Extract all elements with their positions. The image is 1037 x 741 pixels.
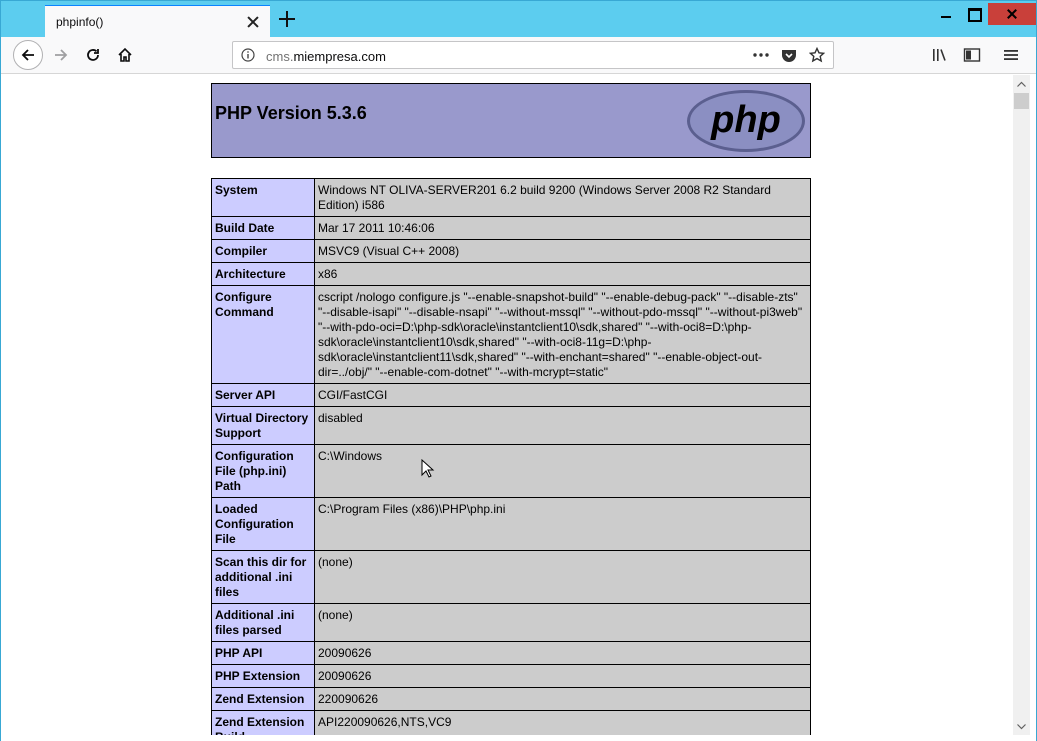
page-actions-icon[interactable]: [751, 46, 771, 64]
mouse-cursor-icon: [421, 459, 435, 478]
new-tab-plus-icon[interactable]: [278, 10, 296, 28]
row-value: 20090626: [314, 664, 811, 688]
window-right-border: [1030, 75, 1036, 735]
scroll-down-icon[interactable]: [1013, 718, 1030, 735]
row-key: Compiler: [211, 239, 315, 263]
table-row: Zend Extension 220090626: [211, 687, 811, 711]
table-row: Build Date Mar 17 2011 10:46:06: [211, 216, 811, 240]
window-close-icon[interactable]: [988, 3, 1036, 25]
table-row: Compiler MSVC9 (Visual C++ 2008): [211, 239, 811, 263]
library-icon[interactable]: [929, 44, 951, 66]
table-row: Architecture x86: [211, 262, 811, 286]
row-key: Architecture: [211, 262, 315, 286]
scrollbar-thumb[interactable]: [1014, 93, 1029, 109]
row-key: Configure Command: [211, 285, 315, 384]
row-key: Loaded Configuration File: [211, 497, 315, 551]
row-value: Windows NT OLIVA-SERVER201 6.2 build 920…: [314, 178, 811, 217]
home-icon[interactable]: [110, 40, 140, 70]
row-value: (none): [314, 550, 811, 604]
page-content: PHP Version 5.3.6 php System Windows NT O…: [9, 75, 1013, 735]
minimize-icon[interactable]: [932, 3, 960, 25]
table-row: System Windows NT OLIVA-SERVER201 6.2 bui…: [211, 178, 811, 217]
url-host-domain: miempresa.com: [293, 49, 386, 64]
table-row: Server API CGI/FastCGI: [211, 383, 811, 407]
window-bottom-border: [1, 735, 1036, 741]
phpinfo-table: System Windows NT OLIVA-SERVER201 6.2 bui…: [211, 178, 811, 735]
row-key: PHP API: [211, 641, 315, 665]
row-key: Zend Extension: [211, 687, 315, 711]
vertical-scrollbar[interactable]: [1013, 75, 1030, 735]
php-version-header: PHP Version 5.3.6 php: [211, 83, 811, 158]
tab-close-icon[interactable]: [246, 15, 260, 29]
back-arrow-icon[interactable]: [13, 40, 43, 70]
sidebar-icon[interactable]: [961, 44, 983, 66]
address-bar[interactable]: cms.miempresa.com: [232, 41, 834, 69]
nav-toolbar: cms.miempresa.com: [1, 37, 1036, 74]
pocket-icon[interactable]: [779, 46, 799, 64]
url-text[interactable]: cms.miempresa.com: [266, 49, 386, 64]
row-value: C:\Windows: [314, 444, 811, 498]
url-host-prefix: cms.: [266, 49, 294, 64]
page-title: PHP Version 5.3.6: [215, 103, 367, 123]
table-row: Zend Extension BuildAPI220090626,NTS,VC9: [211, 710, 811, 735]
php-logo[interactable]: php: [686, 89, 806, 153]
scroll-up-icon[interactable]: [1013, 75, 1030, 92]
row-value: CGI/FastCGI: [314, 383, 811, 407]
hamburger-menu-icon[interactable]: [1000, 44, 1022, 66]
row-key: Zend Extension Build: [211, 710, 315, 735]
table-row: Additional .ini files parsed (none): [211, 603, 811, 642]
maximize-icon[interactable]: [960, 3, 988, 25]
row-key: Virtual Directory Support: [211, 406, 315, 445]
row-value: C:\Program Files (x86)\PHP\php.ini: [314, 497, 811, 551]
table-row: Configure Command cscript /nologo configu…: [211, 285, 811, 384]
row-key: PHP Extension: [211, 664, 315, 688]
row-key: System: [211, 178, 315, 217]
row-value: 20090626: [314, 641, 811, 665]
url-actions: [751, 46, 827, 64]
forward-arrow-icon[interactable]: [46, 40, 76, 70]
tab-title: phpinfo(): [56, 14, 104, 29]
table-row: Scan this dir for additional .ini files(…: [211, 550, 811, 604]
table-row: Virtual Directory Support disabled: [211, 406, 811, 445]
tab-phpinfo[interactable]: phpinfo(): [45, 5, 270, 37]
row-value: MSVC9 (Visual C++ 2008): [314, 239, 811, 263]
row-key: Additional .ini files parsed: [211, 603, 315, 642]
row-key: Configuration File (php.ini) Path: [211, 444, 315, 498]
row-value: API220090626,NTS,VC9: [314, 710, 811, 735]
table-row: Loaded Configuration File C:\Program File…: [211, 497, 811, 551]
row-value: (none): [314, 603, 811, 642]
row-value: 220090626: [314, 687, 811, 711]
table-row: Configuration File (php.ini) Path C:\Wind…: [211, 444, 811, 498]
row-value: Mar 17 2011 10:46:06: [314, 216, 811, 240]
php-logo-text: php: [710, 99, 781, 141]
row-key: Build Date: [211, 216, 315, 240]
row-key: Server API: [211, 383, 315, 407]
row-value: disabled: [314, 406, 811, 445]
row-key: Scan this dir for additional .ini files: [211, 550, 315, 604]
reload-icon[interactable]: [78, 40, 108, 70]
table-row: PHP API 20090626: [211, 641, 811, 665]
row-value: x86: [314, 262, 811, 286]
browser-window: phpinfo() cms.miempresa.com PHP Version …: [0, 0, 1037, 741]
title-bar: phpinfo(): [1, 1, 1036, 37]
info-icon[interactable]: [241, 48, 255, 62]
bookmark-star-icon[interactable]: [807, 46, 827, 64]
row-value: cscript /nologo configure.js "--enable-s…: [314, 285, 811, 384]
table-row: PHP Extension 20090626: [211, 664, 811, 688]
